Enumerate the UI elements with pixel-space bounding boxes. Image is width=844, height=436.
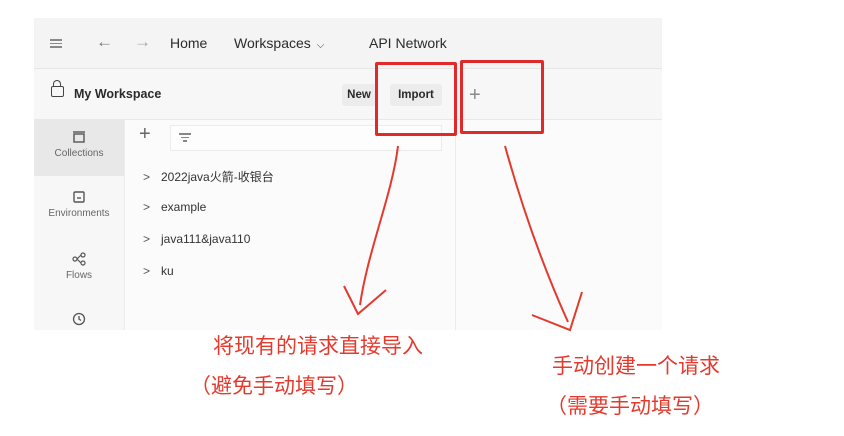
annotation-import-line2: （避免手动填写） bbox=[190, 374, 358, 398]
annotation-new-line1: 手动创建一个请求 bbox=[552, 354, 720, 378]
left-arrow-head bbox=[343, 285, 387, 316]
annotation-import-line1: 将现有的请求直接导入 bbox=[213, 334, 423, 358]
left-arrow-line bbox=[359, 145, 399, 306]
annotation-new-line2: （需要手动填写） bbox=[546, 394, 714, 418]
right-arrow-line bbox=[504, 145, 569, 323]
